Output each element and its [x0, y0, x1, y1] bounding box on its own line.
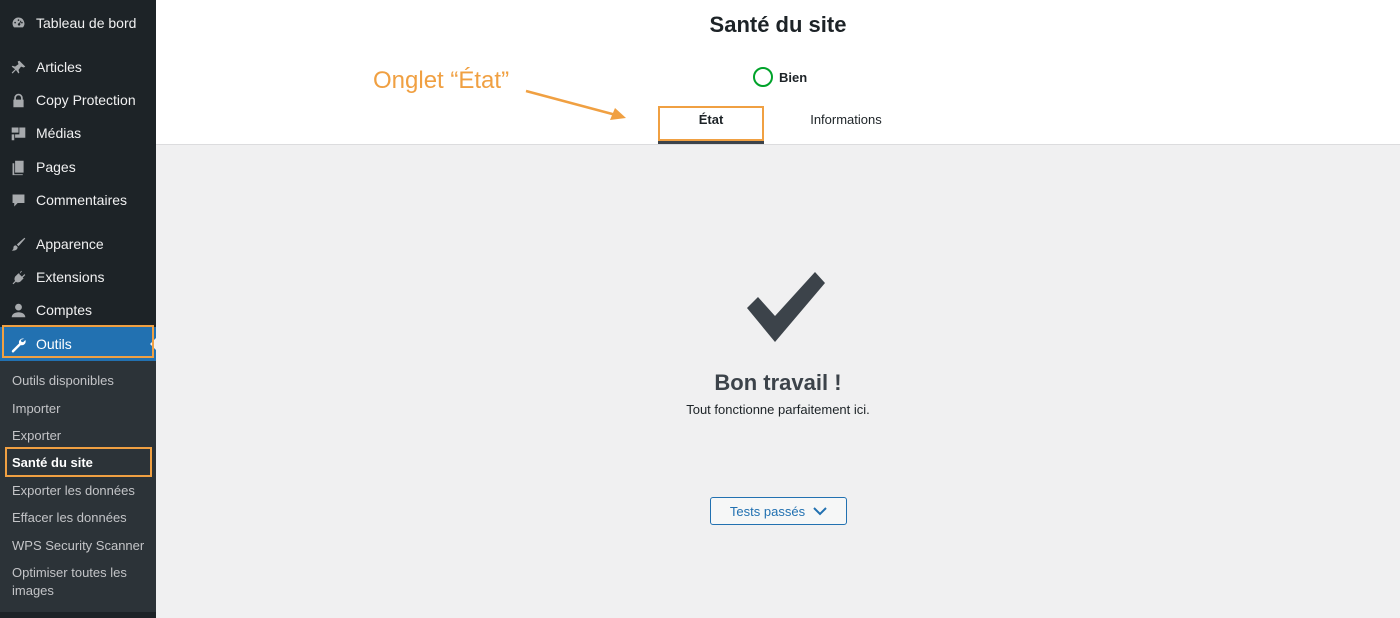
menu-item-medias[interactable]: Médias [0, 116, 156, 150]
page-title: Santé du site [709, 12, 847, 37]
menu-item-dashboard[interactable]: Tableau de bord [0, 6, 156, 40]
menu-item-pages[interactable]: Pages [0, 150, 156, 184]
menu-item-label: Copy Protection [36, 92, 136, 108]
menu-item-label: Extensions [36, 269, 105, 285]
submenu-item-importer[interactable]: Importer [12, 400, 152, 418]
menu-item-extensions[interactable]: Extensions [0, 260, 156, 294]
comment-icon [8, 190, 28, 210]
submenu-item-sante-du-site[interactable]: Santé du site [12, 454, 152, 472]
success-title: Bon travail ! [714, 370, 842, 395]
tab-informations[interactable]: Informations [796, 108, 896, 144]
menu-item-label: Tableau de bord [36, 15, 137, 31]
annotation-label: Onglet “État” [373, 67, 510, 94]
pin-icon [8, 57, 28, 77]
submenu-item-exporter-donnees[interactable]: Exporter les données [12, 482, 152, 500]
menu-item-copy-protection[interactable]: Copy Protection [0, 83, 156, 117]
submenu-item-exporter[interactable]: Exporter [12, 427, 152, 445]
pages-icon [8, 157, 28, 177]
checkmark-icon [747, 272, 825, 342]
dashboard-icon [8, 13, 28, 33]
menu-item-comptes[interactable]: Comptes [0, 293, 156, 327]
site-health-header: Santé du site Bien État Informations [156, 0, 1400, 145]
tab-etat[interactable]: État [658, 108, 764, 144]
admin-sidebar: Tableau de bord Articles Copy Protection… [0, 0, 156, 618]
menu-item-label: Comptes [36, 302, 93, 318]
menu-item-commentaires[interactable]: Commentaires [0, 183, 156, 217]
status-circle-icon [753, 67, 773, 87]
menu-item-label: Médias [36, 125, 82, 141]
media-icon [8, 123, 28, 143]
submenu-item-optimiser-images[interactable]: Optimiser toutes les images [12, 564, 152, 600]
chevron-down-icon [813, 507, 827, 516]
annotation-arrow-icon [525, 89, 626, 120]
menu-item-label: Commentaires [36, 192, 128, 208]
health-status: Bien [753, 67, 807, 87]
menu-item-label: Pages [36, 159, 76, 175]
submenu-item-outils-disponibles[interactable]: Outils disponibles [12, 372, 152, 390]
brush-icon [8, 234, 28, 254]
user-icon [8, 300, 28, 320]
menu-item-label: Apparence [36, 236, 104, 252]
plugin-icon [8, 267, 28, 287]
tools-submenu: Outils disponibles Importer Exporter San… [0, 361, 156, 612]
passed-tests-button[interactable]: Tests passés [710, 497, 847, 525]
menu-item-label: Articles [36, 59, 82, 75]
lock-icon [8, 90, 28, 110]
success-description: Tout fonctionne parfaitement ici. [686, 402, 870, 417]
menu-item-outils[interactable]: Outils [0, 327, 156, 361]
wrench-icon [8, 334, 28, 354]
menu-item-label: Outils [36, 336, 72, 352]
status-label: Bien [779, 69, 808, 85]
menu-item-apparence[interactable]: Apparence [0, 227, 156, 261]
passed-tests-label: Tests passés [729, 503, 806, 519]
submenu-item-effacer-donnees[interactable]: Effacer les données [12, 509, 152, 527]
menu-item-articles[interactable]: Articles [0, 50, 156, 84]
submenu-item-wps-security-scanner[interactable]: WPS Security Scanner [12, 537, 152, 555]
